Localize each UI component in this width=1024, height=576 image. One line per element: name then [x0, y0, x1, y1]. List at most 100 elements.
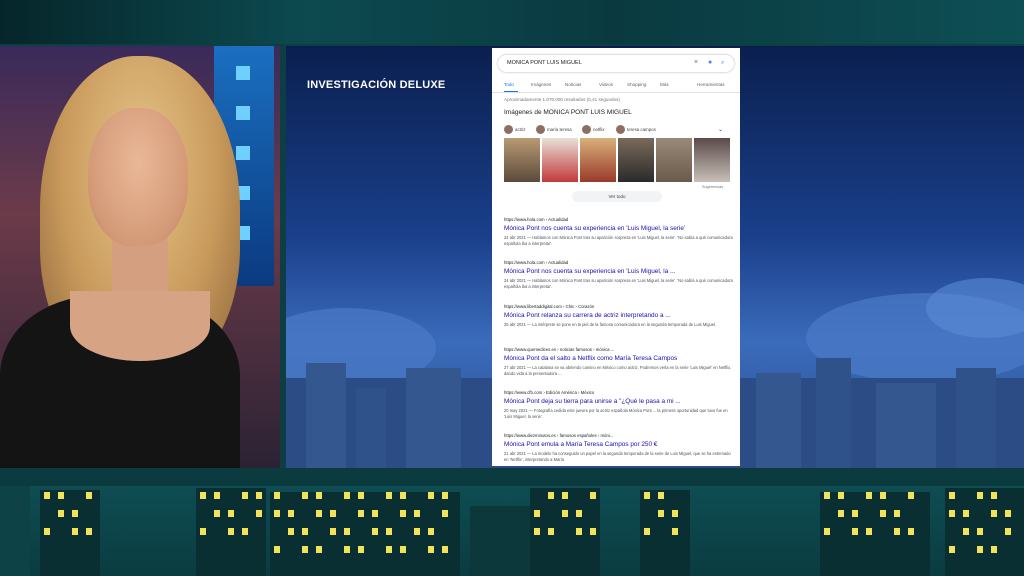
search-input[interactable]: MONICA PONT LUIS MIGUEL — [507, 60, 582, 66]
image-result[interactable] — [694, 138, 730, 182]
chip-teresa-campos[interactable]: teresa campos — [616, 124, 656, 134]
chip-thumbnail — [616, 124, 625, 134]
lit-window — [228, 510, 234, 517]
building — [0, 486, 30, 576]
result-url[interactable]: https://www.quemedices.es › noticias fam… — [504, 347, 734, 352]
lit-window — [400, 510, 406, 517]
chip-thumbnail — [582, 124, 591, 134]
image-result[interactable] — [656, 138, 692, 182]
lit-window — [442, 510, 448, 517]
lit-window — [358, 510, 364, 517]
chevron-down-icon[interactable]: ⌄ — [718, 124, 723, 134]
lit-window — [590, 528, 596, 535]
presenter-neckline — [70, 291, 210, 361]
city-skyline-graphic — [0, 486, 1024, 576]
result-title[interactable]: Mónica Pont deja su tierra para unirse a… — [504, 398, 734, 405]
tab-herramientas[interactable]: Herramientas — [697, 82, 725, 87]
tab-mas[interactable]: Más — [660, 82, 669, 87]
result-url[interactable]: https://www.libertaddigital.com › Chic ›… — [504, 304, 734, 309]
lit-window — [658, 510, 664, 517]
lit-window — [274, 546, 280, 553]
lit-window — [58, 510, 64, 517]
lit-window — [991, 492, 997, 499]
images-heading[interactable]: Imágenes de MONICA PONT LUIS MIGUEL — [504, 109, 632, 116]
lit-window — [576, 528, 582, 535]
image-filter-chips: actriz maría teresa netflix teresa campo… — [504, 124, 730, 134]
lit-window — [548, 528, 554, 535]
tab-videos[interactable]: Videos — [599, 82, 613, 87]
result-snippet: 24 abr 2021 — Hablamos con Mónica Pont t… — [504, 235, 733, 246]
result-snippet: 27 abr 2021 — La catalana se va abriendo… — [504, 365, 732, 376]
result-snippet: 20 may 2021 — Fotografía cedida este jue… — [504, 408, 728, 419]
presenter-face — [88, 108, 188, 246]
image-result[interactable] — [580, 138, 616, 182]
result-title[interactable]: Mónica Pont emula a María Teresa Campos … — [504, 441, 734, 448]
lit-window — [1005, 510, 1011, 517]
lit-window — [386, 546, 392, 553]
tab-todo[interactable]: Todo — [504, 82, 514, 87]
lit-window — [838, 492, 844, 499]
lit-window — [344, 528, 350, 535]
lit-window — [44, 528, 50, 535]
lit-window — [358, 546, 364, 553]
result-title[interactable]: Mónica Pont da el salto a Netflix como M… — [504, 355, 734, 362]
image-results-strip — [504, 138, 730, 182]
lit-window — [316, 510, 322, 517]
search-result: https://www.libertaddigital.com › Chic ›… — [504, 304, 734, 328]
mic-icon[interactable]: ● — [708, 59, 712, 67]
result-url[interactable]: https://www.cfb.com › Edición América › … — [504, 390, 734, 395]
lit-window — [866, 492, 872, 499]
lit-window — [852, 528, 858, 535]
chip-netflix[interactable]: netflix — [582, 124, 604, 134]
image-attribution: Sugerencias — [702, 185, 724, 189]
chip-actriz[interactable]: actriz — [504, 124, 526, 134]
tab-shopping[interactable]: Shopping — [627, 82, 646, 87]
lit-window — [214, 492, 220, 499]
result-title[interactable]: Mónica Pont nos cuenta su experiencia en… — [504, 225, 734, 232]
tab-imagenes[interactable]: Imágenes — [531, 82, 551, 87]
result-url[interactable]: https://www.hola.com › Actualidad — [504, 217, 734, 222]
image-result[interactable] — [504, 138, 540, 182]
tabs-divider — [492, 92, 740, 93]
lit-window — [256, 510, 262, 517]
lit-window — [344, 546, 350, 553]
search-result: https://www.quemedices.es › noticias fam… — [504, 347, 734, 376]
chip-maria-teresa[interactable]: maría teresa — [536, 124, 572, 134]
lit-window — [949, 546, 955, 553]
lit-window — [428, 546, 434, 553]
lit-window — [880, 492, 886, 499]
lit-window — [72, 528, 78, 535]
image-result[interactable] — [542, 138, 578, 182]
lit-window — [644, 492, 650, 499]
lit-window — [534, 510, 540, 517]
tab-noticias[interactable]: Noticias — [565, 82, 581, 87]
lit-window — [977, 492, 983, 499]
result-url[interactable]: https://www.hola.com › Actualidad — [504, 260, 734, 265]
lit-window — [302, 546, 308, 553]
result-title[interactable]: Mónica Pont nos cuenta su experiencia en… — [504, 268, 734, 275]
close-icon[interactable]: × — [694, 59, 698, 67]
lit-window — [590, 492, 596, 499]
lit-window — [274, 510, 280, 517]
lit-window — [386, 492, 392, 499]
search-bar[interactable]: MONICA PONT LUIS MIGUEL × ● ⌕ — [498, 55, 734, 72]
lit-window — [288, 528, 294, 535]
lit-window — [949, 492, 955, 499]
lit-window — [894, 528, 900, 535]
image-result[interactable] — [618, 138, 654, 182]
lit-window — [242, 528, 248, 535]
lit-window — [991, 546, 997, 553]
lit-window — [58, 492, 64, 499]
lit-window — [414, 510, 420, 517]
main-video-panel: INVESTIGACIÓN DELUXE MONICA PONT LUIS MI… — [286, 46, 1024, 468]
result-title[interactable]: Mónica Pont relanza su carrera de actriz… — [504, 312, 734, 319]
result-url[interactable]: https://www.diezminutos.es › famosos esp… — [504, 433, 734, 438]
lit-window — [386, 528, 392, 535]
lit-window — [442, 546, 448, 553]
lit-window — [824, 528, 830, 535]
lit-window — [72, 510, 78, 517]
see-all-button[interactable]: Ver todo — [572, 191, 662, 202]
lit-window — [562, 492, 568, 499]
lit-window — [200, 528, 206, 535]
search-icon[interactable]: ⌕ — [721, 59, 724, 67]
